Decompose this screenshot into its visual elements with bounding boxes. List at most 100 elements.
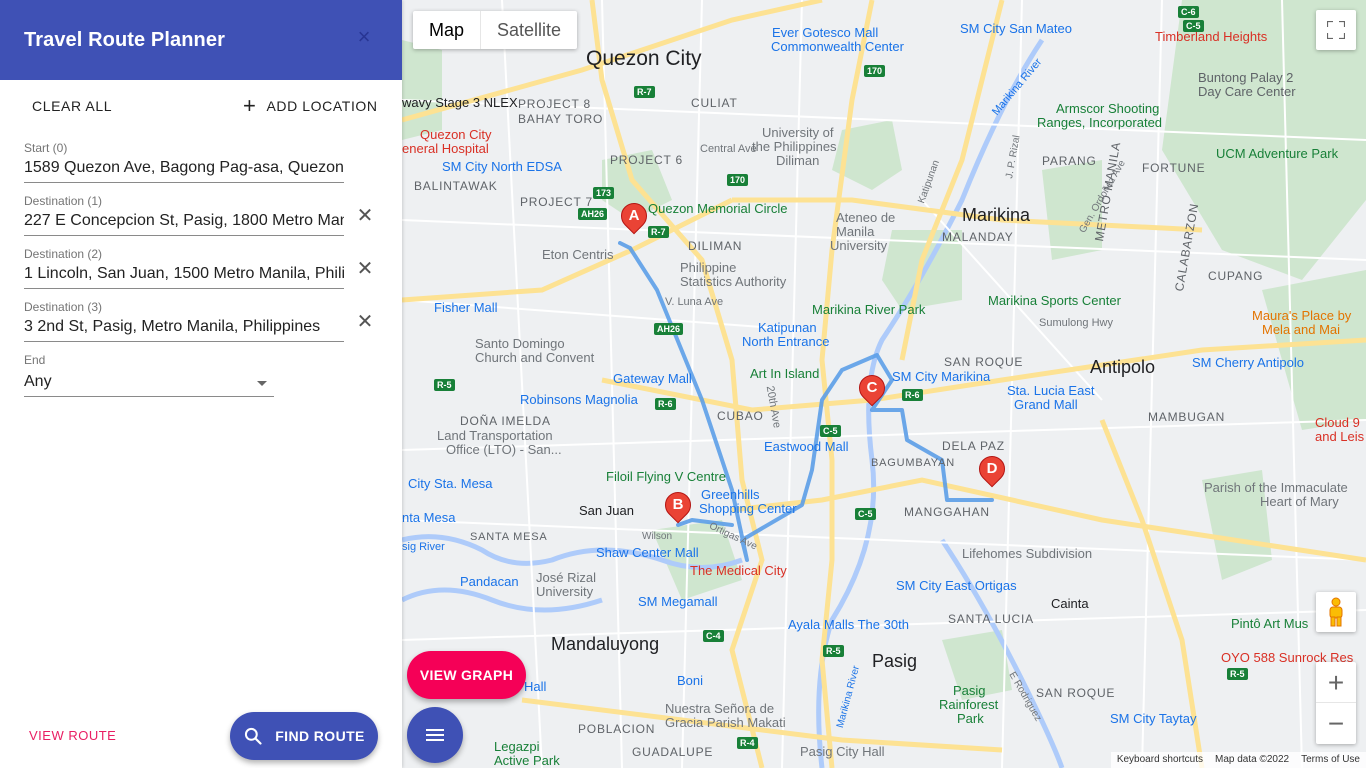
fullscreen-button[interactable] — [1316, 10, 1356, 50]
map-label-sm-east-ortigas: SM City East Ortigas — [896, 578, 1017, 593]
map-label-sm-taytay: SM City Taytay — [1110, 711, 1197, 726]
map-label-legazpi-2: Active Park — [494, 753, 560, 768]
map-label-pasig-river: sig River — [402, 541, 445, 553]
destination-2-field: Destination (2) 1 Lincoln, San Juan, 150… — [24, 247, 344, 289]
road-shield: R-4 — [737, 737, 758, 749]
map-label-balintawak: BALINTAWAK — [414, 179, 498, 193]
road-shield: C-4 — [703, 630, 724, 642]
zoom-control: + − — [1316, 662, 1356, 744]
find-route-label: FIND ROUTE — [275, 728, 365, 744]
view-route-button[interactable]: VIEW ROUTE — [29, 728, 116, 743]
plus-icon: + — [243, 93, 257, 118]
map-label-san-juan: San Juan — [579, 503, 634, 518]
zoom-in-button[interactable]: + — [1316, 662, 1356, 703]
map-label-jose-rizal-2: University — [536, 584, 594, 599]
map-label-boni: Boni — [677, 673, 704, 688]
menu-icon — [426, 729, 444, 741]
map-label-medical-city: The Medical City — [690, 563, 787, 578]
map-label-pinto: Pintô Art Mus — [1231, 616, 1309, 631]
map-label-malanday: MALANDAY — [942, 230, 1014, 244]
start-input[interactable]: 1589 Quezon Ave, Bagong Pag-asa, Quezon … — [24, 155, 344, 183]
map-type-control: Map Satellite — [413, 11, 578, 49]
map-footer: Keyboard shortcuts Map data ©2022 Terms … — [1110, 752, 1366, 768]
remove-destination-1-icon[interactable]: ✕ — [355, 206, 375, 226]
map-canvas[interactable]: Quezon City Marikina Antipolo Mandaluyon… — [402, 0, 1366, 768]
marker-letter: D — [986, 460, 998, 477]
view-graph-button[interactable]: VIEW GRAPH — [407, 651, 526, 699]
close-icon[interactable]: × — [352, 26, 376, 50]
map-label-cloud9-2: and Leis — [1315, 429, 1365, 444]
map-label-psa: Philippine — [680, 260, 737, 275]
road-shield: R-5 — [823, 645, 844, 657]
map-view-button[interactable]: Map — [413, 11, 482, 49]
destination-1-input[interactable]: 227 E Concepcion St, Pasig, 1800 Metro M… — [24, 208, 344, 236]
map-label-art-in-island: Art In Island — [750, 366, 820, 381]
map-label-santa-lucia: SANTA LUCIA — [948, 612, 1034, 626]
map-label-ateneo: Ateneo de — [836, 210, 896, 225]
start-field: Start (0) 1589 Quezon Ave, Bagong Pag-as… — [24, 141, 344, 183]
find-route-button[interactable]: FIND ROUTE — [230, 712, 378, 760]
map-label-marikina-sports: Marikina Sports Center — [988, 293, 1121, 308]
remove-destination-3-icon[interactable]: ✕ — [355, 312, 375, 332]
dropdown-arrow-icon — [257, 381, 267, 386]
map-label-guadalupe: GUADALUPE — [632, 745, 714, 759]
page-title: Travel Route Planner — [24, 29, 225, 51]
map-label-pasig: Pasig — [872, 651, 918, 671]
sidebar: Travel Route Planner × CLEAR ALL + ADD L… — [0, 0, 402, 768]
map-label-parish-2: Heart of Mary — [1260, 494, 1339, 509]
marker-letter: B — [672, 496, 684, 513]
map-label-marikina: Marikina — [962, 205, 1031, 225]
map-label-antipolo: Antipolo — [1090, 357, 1156, 377]
map-label-luna: V. Luna Ave — [665, 296, 724, 308]
map-label-sta-lucia-2: Grand Mall — [1014, 397, 1078, 412]
map-label-wilson: Wilson — [642, 531, 673, 542]
route-marker-d[interactable]: D — [973, 450, 1011, 496]
map-label-marikina-river-park: Marikina River Park — [812, 302, 926, 317]
map-label-cainta: Cainta — [1051, 596, 1089, 611]
remove-destination-2-icon[interactable]: ✕ — [355, 259, 375, 279]
map-label-timberland: Timberland Heights — [1155, 29, 1268, 44]
route-marker-c[interactable]: C — [853, 369, 891, 415]
map-label-santo-domingo-2: Church and Convent — [475, 350, 595, 365]
map-label-commonwealth: Commonwealth Center — [771, 39, 904, 54]
map-label-sta-lucia: Sta. Lucia East — [1007, 383, 1095, 398]
add-location-button[interactable]: + ADD LOCATION — [243, 93, 378, 118]
map-label-up-3: Diliman — [776, 153, 820, 168]
map-label-shaw: Shaw Center Mall — [596, 545, 699, 560]
map-label-bahay-toro: BAHAY TORO — [518, 112, 604, 126]
map-label-sm-megamall: SM Megamall — [638, 594, 718, 609]
map-label-ayala: Ayala Malls The 30th — [788, 617, 909, 632]
map-label-sm-marikina: SM City Marikina — [892, 369, 991, 384]
route-marker-b[interactable]: B — [659, 486, 697, 532]
menu-button[interactable] — [407, 707, 463, 763]
map-label-quezon-city: Quezon City — [586, 47, 702, 70]
map-label-fortune: FORTUNE — [1142, 161, 1206, 175]
route-marker-a[interactable]: A — [615, 197, 653, 243]
map-label-armscor: Armscor Shooting — [1056, 101, 1160, 116]
map-label-manggahan: MANGGAHAN — [904, 505, 990, 519]
map-label-greenhills-2: Shopping Center — [699, 501, 797, 516]
map-label-santo-domingo: Santo Domingo — [475, 336, 565, 351]
road-shield: 170 — [727, 174, 749, 186]
map-label-cloud9: Cloud 9 — [1315, 415, 1360, 430]
terms-of-use-link[interactable]: Terms of Use — [1295, 752, 1366, 768]
keyboard-shortcuts-link[interactable]: Keyboard shortcuts — [1111, 752, 1209, 768]
map-label-psa-2: Statistics Authority — [680, 274, 787, 289]
clear-all-button[interactable]: CLEAR ALL — [32, 98, 112, 114]
destination-3-input[interactable]: 3 2nd St, Pasig, Metro Manila, Philippin… — [24, 314, 344, 342]
satellite-view-button[interactable]: Satellite — [481, 11, 577, 49]
destination-2-input[interactable]: 1 Lincoln, San Juan, 1500 Metro Manila, … — [24, 261, 344, 289]
road-shield: C-5 — [1183, 20, 1204, 32]
road-shield: 170 — [864, 65, 886, 77]
zoom-out-button[interactable]: − — [1316, 703, 1356, 744]
map-label-ateneo-2: Manila — [836, 224, 875, 239]
map-label-wavy: wavy Stage 3 NLEX — [402, 95, 518, 110]
street-view-pegman[interactable] — [1316, 592, 1356, 632]
end-field: End Any — [24, 353, 274, 397]
map-label-ever-gotesco: Ever Gotesco Mall — [772, 25, 879, 40]
road-shield: C-6 — [1178, 6, 1199, 18]
map-label-ucm: UCM Adventure Park — [1216, 146, 1339, 161]
destination-3-field: Destination (3) 3 2nd St, Pasig, Metro M… — [24, 300, 344, 342]
end-select[interactable]: Any — [24, 367, 274, 397]
map-label-dona-imelda: DOÑA IMELDA — [460, 414, 551, 428]
